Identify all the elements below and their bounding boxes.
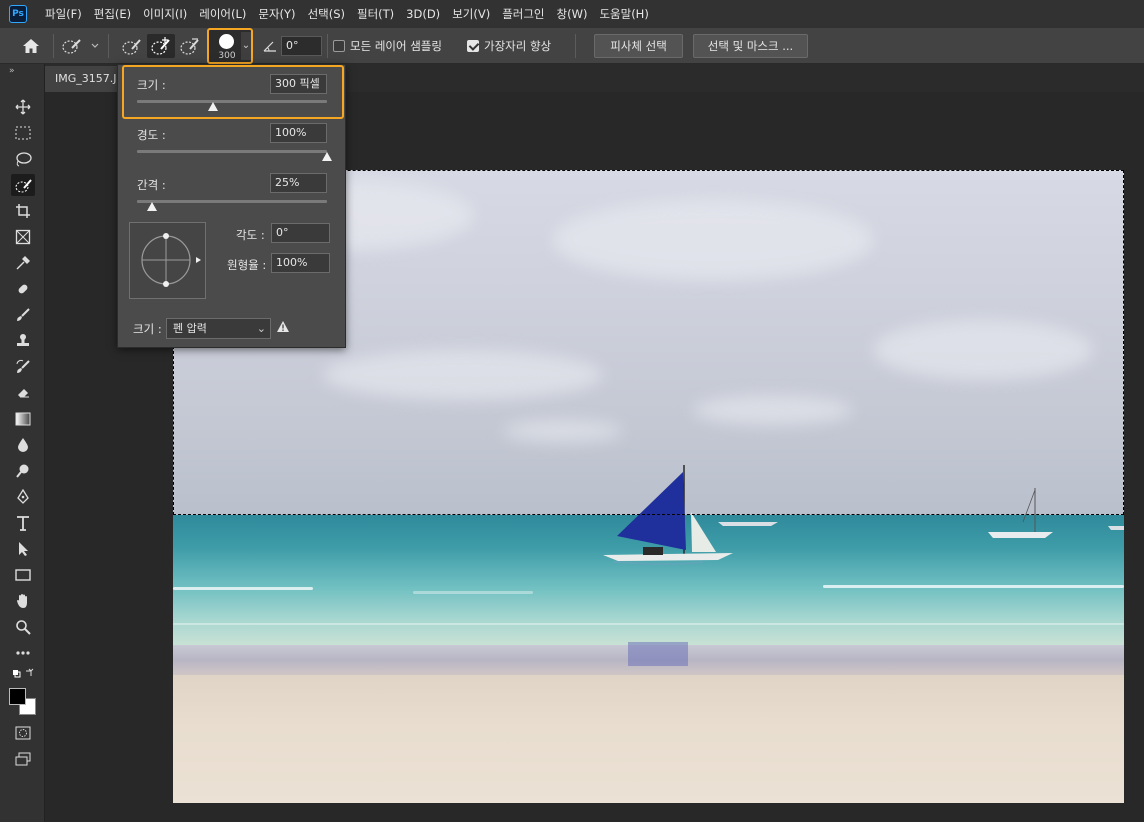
- zoom-tool-icon[interactable]: [11, 616, 35, 638]
- eyedropper-tool-icon[interactable]: [11, 252, 35, 274]
- foreground-color-swatch[interactable]: [9, 688, 26, 705]
- clone-stamp-tool-icon[interactable]: [11, 330, 35, 352]
- menu-image[interactable]: 이미지(I): [137, 0, 193, 28]
- collapse-panel-icon[interactable]: »: [9, 66, 15, 76]
- menu-select[interactable]: 선택(S): [302, 0, 351, 28]
- enhance-edge-label: 가장자리 향상: [484, 39, 552, 53]
- brush-tip-icon: [219, 34, 234, 49]
- menu-3d[interactable]: 3D(D): [400, 0, 446, 28]
- blur-tool-icon[interactable]: [11, 434, 35, 456]
- lasso-tool-icon[interactable]: [11, 148, 35, 170]
- frame-tool-icon[interactable]: [11, 226, 35, 248]
- gradient-tool-icon[interactable]: [11, 408, 35, 430]
- document-tab[interactable]: IMG_3157.JPG: [45, 66, 125, 92]
- hand-tool-icon[interactable]: [11, 590, 35, 612]
- tool-preset-picker[interactable]: [60, 36, 100, 56]
- spacing-field[interactable]: 25%: [270, 173, 327, 193]
- hardness-slider-track[interactable]: [137, 150, 332, 161]
- hardness-label: 경도 :: [137, 128, 166, 142]
- marquee-tool-icon[interactable]: [11, 122, 35, 144]
- pen-tool-icon[interactable]: [11, 486, 35, 508]
- menu-type[interactable]: 문자(Y): [252, 0, 301, 28]
- warning-icon: [276, 320, 290, 334]
- size-field[interactable]: 300 픽셀: [270, 74, 327, 94]
- pressure-size-select-value: 펜 압력: [173, 322, 207, 335]
- enhance-edge-checkbox[interactable]: [467, 40, 479, 52]
- brush-angle-icon: [262, 38, 278, 54]
- menu-edit[interactable]: 편집(E): [88, 0, 137, 28]
- screen-mode-icon[interactable]: [11, 748, 35, 770]
- select-subject-button[interactable]: 피사체 선택: [594, 34, 683, 58]
- menu-layer[interactable]: 레이어(L): [193, 0, 252, 28]
- sample-all-layers-checkbox[interactable]: [333, 40, 345, 52]
- swap-colors-icon[interactable]: [11, 666, 35, 682]
- brush-size-readout: 300: [218, 51, 236, 61]
- menu-filter[interactable]: 필터(T): [351, 0, 400, 28]
- angle-roundness-widget[interactable]: [129, 222, 206, 299]
- move-tool-icon[interactable]: [11, 96, 35, 118]
- angle-field[interactable]: 0°: [271, 223, 330, 243]
- chevron-down-icon: ⌄: [256, 322, 266, 335]
- healing-brush-tool-icon[interactable]: [11, 278, 35, 300]
- spacing-label: 간격 :: [137, 178, 166, 192]
- brush-settings-popup: 크기 : 300 픽셀 경도 : 100% 간격 : 25% 각도 : 0° 원…: [117, 64, 346, 348]
- brush-picker-button[interactable]: 300 ⌄: [207, 28, 253, 64]
- roundness-field[interactable]: 100%: [271, 253, 330, 273]
- size-slider-track[interactable]: [137, 100, 327, 111]
- hardness-field[interactable]: 100%: [270, 123, 327, 143]
- options-bar: 0° 모든 레이어 샘플링 가장자리 향상 피사체 선택 선택 및 마스크 ..…: [0, 28, 1144, 64]
- rectangle-tool-icon[interactable]: [11, 564, 35, 586]
- history-brush-tool-icon[interactable]: [11, 356, 35, 378]
- quick-mask-icon[interactable]: [11, 722, 35, 744]
- spacing-slider-track[interactable]: [137, 200, 327, 211]
- menu-view[interactable]: 보기(V): [446, 0, 496, 28]
- eraser-tool-icon[interactable]: [11, 382, 35, 404]
- path-selection-tool-icon[interactable]: [11, 538, 35, 560]
- dodge-tool-icon[interactable]: [11, 460, 35, 482]
- type-tool-icon[interactable]: [11, 512, 35, 534]
- crop-tool-icon[interactable]: [11, 200, 35, 222]
- add-to-selection-mode-icon[interactable]: [147, 34, 175, 58]
- quick-selection-tool-icon[interactable]: [11, 174, 35, 196]
- more-tools-icon[interactable]: [11, 642, 35, 664]
- tools-panel: »: [0, 64, 45, 822]
- menu-file[interactable]: 파일(F): [39, 0, 88, 28]
- pressure-size-label: 크기 :: [133, 322, 162, 336]
- subtract-from-selection-mode-icon[interactable]: [176, 34, 204, 58]
- roundness-label: 원형율 :: [227, 258, 267, 272]
- spacing-slider-thumb[interactable]: [147, 202, 158, 211]
- sample-all-layers-label: 모든 레이어 샘플링: [350, 39, 442, 53]
- brush-angle-field[interactable]: 0°: [281, 36, 322, 56]
- brush-tool-icon[interactable]: [11, 304, 35, 326]
- menu-plugins[interactable]: 플러그인: [496, 0, 550, 28]
- size-label: 크기 :: [137, 78, 166, 92]
- menu-help[interactable]: 도움말(H): [593, 0, 654, 28]
- menu-bar: Ps 파일(F) 편집(E) 이미지(I) 레이어(L) 문자(Y) 선택(S)…: [0, 0, 1144, 28]
- menu-window[interactable]: 창(W): [551, 0, 594, 28]
- pressure-size-select[interactable]: 펜 압력 ⌄: [166, 318, 271, 339]
- home-icon[interactable]: [18, 36, 44, 56]
- photoshop-logo: Ps: [9, 5, 27, 23]
- angle-label: 각도 :: [236, 228, 265, 242]
- select-and-mask-button[interactable]: 선택 및 마스크 ...: [693, 34, 808, 58]
- hardness-slider-thumb[interactable]: [322, 152, 332, 161]
- size-slider-thumb[interactable]: [208, 102, 218, 111]
- chevron-down-icon[interactable]: ⌄: [241, 32, 251, 60]
- new-selection-mode-icon[interactable]: [118, 34, 146, 58]
